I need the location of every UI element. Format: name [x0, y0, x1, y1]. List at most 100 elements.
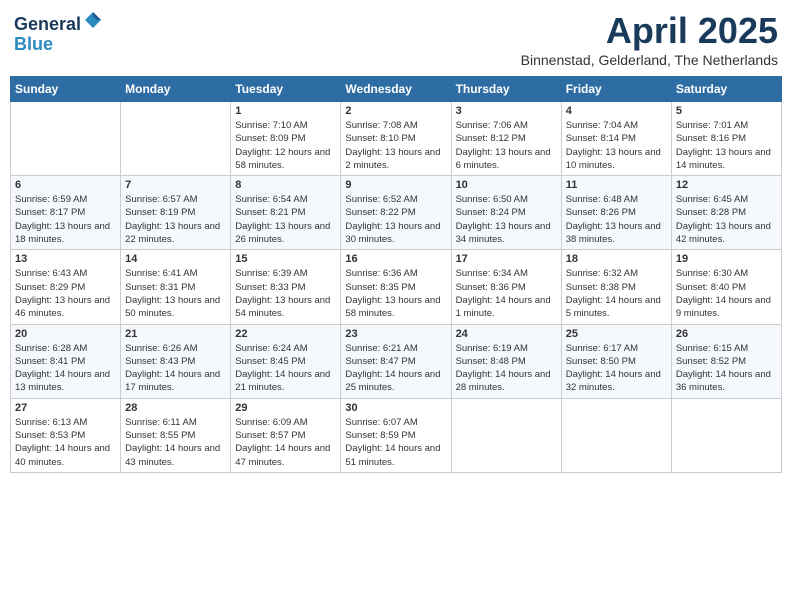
logo: General Blue — [14, 10, 103, 55]
day-info: Sunrise: 6:43 AM Sunset: 8:29 PM Dayligh… — [15, 267, 116, 320]
day-info: Sunrise: 7:06 AM Sunset: 8:12 PM Dayligh… — [456, 119, 557, 172]
day-of-week-header: Thursday — [451, 77, 561, 102]
calendar-body: 1Sunrise: 7:10 AM Sunset: 8:09 PM Daylig… — [11, 102, 782, 473]
calendar-cell: 15Sunrise: 6:39 AM Sunset: 8:33 PM Dayli… — [231, 250, 341, 324]
day-number: 26 — [676, 328, 777, 340]
calendar-cell: 22 Sunrise: 6:24 AM Sunset: 8:45 PM Dayli… — [231, 324, 341, 398]
day-info: Sunrise: 6:34 AM Sunset: 8:36 PM Dayligh… — [456, 267, 557, 320]
calendar-cell: 28Sunrise: 6:11 AM Sunset: 8:55 PM Dayli… — [121, 398, 231, 472]
calendar-cell: 6Sunrise: 6:59 AM Sunset: 8:17 PM Daylig… — [11, 176, 121, 250]
calendar-cell: 14 Sunrise: 6:41 AM Sunset: 8:31 PM Dayli… — [121, 250, 231, 324]
day-info: Sunrise: 6:59 AM Sunset: 8:17 PM Dayligh… — [15, 193, 116, 246]
day-info: Sunrise: 7:04 AM Sunset: 8:14 PM Dayligh… — [566, 119, 667, 172]
day-number: 2 — [345, 105, 446, 117]
day-number: 21 — [125, 328, 226, 340]
day-number: 16 — [345, 253, 446, 265]
page-header: General Blue April 2025 Binnenstad, Geld… — [10, 10, 782, 68]
day-number: 13 — [15, 253, 116, 265]
calendar-cell: 12 Sunrise: 6:45 AM Sunset: 8:28 PM Dayli… — [671, 176, 781, 250]
day-info: Sunrise: 6:21 AM Sunset: 8:47 PM Dayligh… — [345, 342, 446, 395]
day-number: 25 — [566, 328, 667, 340]
day-info: Sunrise: 6:41 AM Sunset: 8:31 PM Dayligh… — [125, 267, 226, 320]
calendar-cell: 19 Sunrise: 6:30 AM Sunset: 8:40 PM Dayli… — [671, 250, 781, 324]
calendar-cell: 11Sunrise: 6:48 AM Sunset: 8:26 PM Dayli… — [561, 176, 671, 250]
day-number: 8 — [235, 179, 336, 191]
calendar-week-row: 6Sunrise: 6:59 AM Sunset: 8:17 PM Daylig… — [11, 176, 782, 250]
day-info: Sunrise: 6:17 AM Sunset: 8:50 PM Dayligh… — [566, 342, 667, 395]
day-number: 1 — [235, 105, 336, 117]
calendar-cell: 27 Sunrise: 6:13 AM Sunset: 8:53 PM Dayli… — [11, 398, 121, 472]
day-number: 5 — [676, 105, 777, 117]
calendar-cell: 8Sunrise: 6:54 AM Sunset: 8:21 PM Daylig… — [231, 176, 341, 250]
day-of-week-header: Wednesday — [341, 77, 451, 102]
day-info: Sunrise: 7:08 AM Sunset: 8:10 PM Dayligh… — [345, 119, 446, 172]
calendar-cell — [671, 398, 781, 472]
month-year: April 2025 — [521, 10, 778, 52]
title-block: April 2025 Binnenstad, Gelderland, The N… — [521, 10, 778, 68]
day-number: 30 — [345, 402, 446, 414]
day-of-week-header: Saturday — [671, 77, 781, 102]
location: Binnenstad, Gelderland, The Netherlands — [521, 52, 778, 68]
calendar-cell: 18 Sunrise: 6:32 AM Sunset: 8:38 PM Dayli… — [561, 250, 671, 324]
calendar-week-row: 13 Sunrise: 6:43 AM Sunset: 8:29 PM Dayli… — [11, 250, 782, 324]
calendar-cell — [451, 398, 561, 472]
day-info: Sunrise: 6:15 AM Sunset: 8:52 PM Dayligh… — [676, 342, 777, 395]
calendar-cell — [561, 398, 671, 472]
day-number: 4 — [566, 105, 667, 117]
day-info: Sunrise: 7:01 AM Sunset: 8:16 PM Dayligh… — [676, 119, 777, 172]
calendar-table: SundayMondayTuesdayWednesdayThursdayFrid… — [10, 76, 782, 473]
day-number: 7 — [125, 179, 226, 191]
day-number: 29 — [235, 402, 336, 414]
logo-icon — [83, 10, 103, 30]
day-info: Sunrise: 6:30 AM Sunset: 8:40 PM Dayligh… — [676, 267, 777, 320]
calendar-cell: 10 Sunrise: 6:50 AM Sunset: 8:24 PM Dayli… — [451, 176, 561, 250]
day-number: 10 — [456, 179, 557, 191]
day-info: Sunrise: 6:52 AM Sunset: 8:22 PM Dayligh… — [345, 193, 446, 246]
day-info: Sunrise: 6:45 AM Sunset: 8:28 PM Dayligh… — [676, 193, 777, 246]
day-info: Sunrise: 6:57 AM Sunset: 8:19 PM Dayligh… — [125, 193, 226, 246]
calendar-cell: 3 Sunrise: 7:06 AM Sunset: 8:12 PM Daylig… — [451, 102, 561, 176]
day-number: 18 — [566, 253, 667, 265]
calendar-cell: 20Sunrise: 6:28 AM Sunset: 8:41 PM Dayli… — [11, 324, 121, 398]
day-info: Sunrise: 6:24 AM Sunset: 8:45 PM Dayligh… — [235, 342, 336, 395]
day-of-week-header: Tuesday — [231, 77, 341, 102]
day-of-week-header: Friday — [561, 77, 671, 102]
day-info: Sunrise: 6:09 AM Sunset: 8:57 PM Dayligh… — [235, 416, 336, 469]
day-number: 14 — [125, 253, 226, 265]
calendar-cell: 29 Sunrise: 6:09 AM Sunset: 8:57 PM Dayli… — [231, 398, 341, 472]
day-number: 27 — [15, 402, 116, 414]
day-number: 28 — [125, 402, 226, 414]
calendar-week-row: 27 Sunrise: 6:13 AM Sunset: 8:53 PM Dayli… — [11, 398, 782, 472]
day-number: 17 — [456, 253, 557, 265]
day-number: 22 — [235, 328, 336, 340]
calendar-cell: 4 Sunrise: 7:04 AM Sunset: 8:14 PM Daylig… — [561, 102, 671, 176]
day-number: 3 — [456, 105, 557, 117]
day-info: Sunrise: 6:50 AM Sunset: 8:24 PM Dayligh… — [456, 193, 557, 246]
day-number: 24 — [456, 328, 557, 340]
calendar-cell: 26 Sunrise: 6:15 AM Sunset: 8:52 PM Dayli… — [671, 324, 781, 398]
day-info: Sunrise: 6:19 AM Sunset: 8:48 PM Dayligh… — [456, 342, 557, 395]
day-number: 9 — [345, 179, 446, 191]
calendar-cell: 23 Sunrise: 6:21 AM Sunset: 8:47 PM Dayli… — [341, 324, 451, 398]
day-info: Sunrise: 6:13 AM Sunset: 8:53 PM Dayligh… — [15, 416, 116, 469]
day-info: Sunrise: 6:07 AM Sunset: 8:59 PM Dayligh… — [345, 416, 446, 469]
day-number: 23 — [345, 328, 446, 340]
calendar-cell: 16 Sunrise: 6:36 AM Sunset: 8:35 PM Dayli… — [341, 250, 451, 324]
calendar-cell: 30 Sunrise: 6:07 AM Sunset: 8:59 PM Dayli… — [341, 398, 451, 472]
calendar-cell: 21Sunrise: 6:26 AM Sunset: 8:43 PM Dayli… — [121, 324, 231, 398]
day-info: Sunrise: 6:28 AM Sunset: 8:41 PM Dayligh… — [15, 342, 116, 395]
day-number: 12 — [676, 179, 777, 191]
calendar-cell: 5 Sunrise: 7:01 AM Sunset: 8:16 PM Daylig… — [671, 102, 781, 176]
calendar-cell: 24 Sunrise: 6:19 AM Sunset: 8:48 PM Dayli… — [451, 324, 561, 398]
calendar-week-row: 20Sunrise: 6:28 AM Sunset: 8:41 PM Dayli… — [11, 324, 782, 398]
day-info: Sunrise: 6:36 AM Sunset: 8:35 PM Dayligh… — [345, 267, 446, 320]
day-number: 11 — [566, 179, 667, 191]
day-of-week-header: Sunday — [11, 77, 121, 102]
calendar-cell: 2 Sunrise: 7:08 AM Sunset: 8:10 PM Daylig… — [341, 102, 451, 176]
calendar-cell — [121, 102, 231, 176]
calendar-week-row: 1Sunrise: 7:10 AM Sunset: 8:09 PM Daylig… — [11, 102, 782, 176]
day-info: Sunrise: 6:32 AM Sunset: 8:38 PM Dayligh… — [566, 267, 667, 320]
calendar-cell: 9 Sunrise: 6:52 AM Sunset: 8:22 PM Daylig… — [341, 176, 451, 250]
day-info: Sunrise: 6:39 AM Sunset: 8:33 PM Dayligh… — [235, 267, 336, 320]
day-number: 19 — [676, 253, 777, 265]
